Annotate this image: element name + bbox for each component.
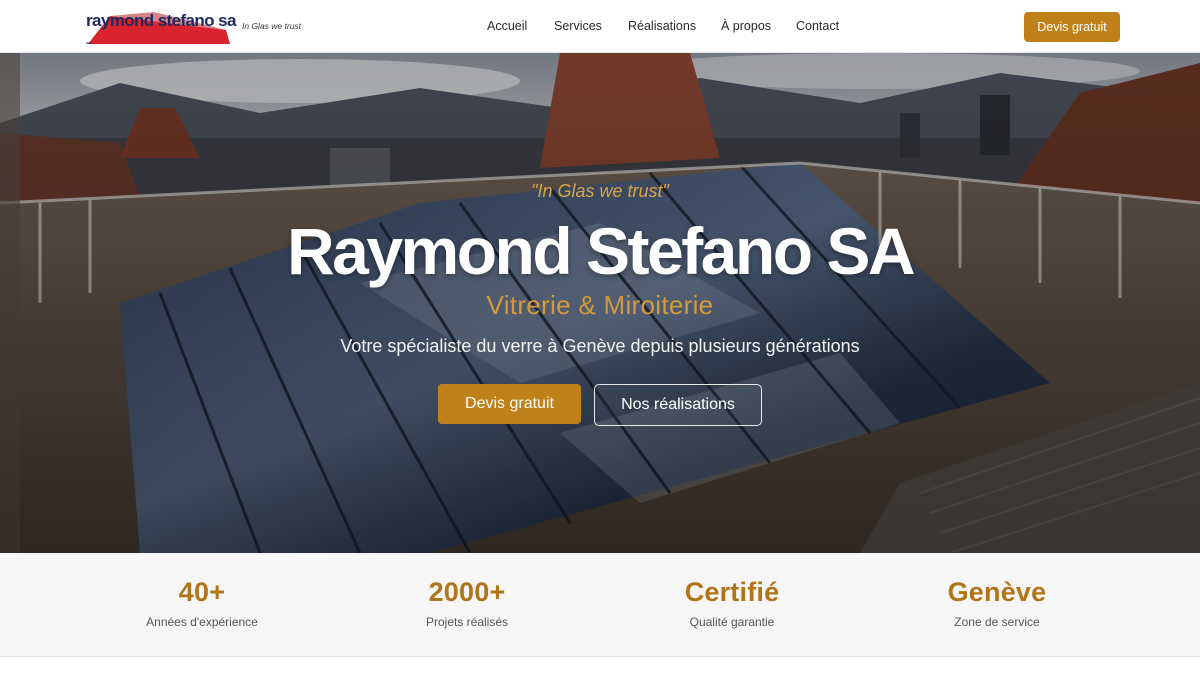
company-logo[interactable]: raymond stefano sa [84, 10, 236, 44]
stat-label: Projets réalisés [425, 615, 509, 629]
hero-section: "In Glas we trust" Raymond Stefano SA Vi… [0, 53, 1200, 553]
hero-description: Votre spécialiste du verre à Genève depu… [340, 336, 860, 356]
hero-subtitle: Vitrerie & Miroiterie [486, 290, 714, 320]
nav-item-realisations[interactable]: Réalisations [628, 19, 696, 33]
site-header: raymond stefano sa In Glas we trust Accu… [0, 0, 1200, 53]
stat-value: 40+ [178, 577, 226, 607]
hero-quote: "In Glas we trust" [531, 181, 669, 201]
nav-item-accueil[interactable]: Accueil [487, 19, 527, 33]
stat-value: 2000+ [428, 577, 506, 607]
nav-item-a-propos[interactable]: À propos [721, 19, 771, 33]
hero-quote-button[interactable]: Devis gratuit [438, 384, 581, 424]
header-tagline: In Glas we trust [242, 21, 302, 31]
stat-value: Genève [947, 577, 1047, 607]
stat-value: Certifié [684, 577, 780, 607]
stat-experience: 40+ Années d'expérience [82, 577, 322, 629]
nav-item-contact[interactable]: Contact [796, 19, 839, 33]
stat-projects: 2000+ Projets réalisés [347, 577, 587, 629]
hero-title: Raymond Stefano SA [286, 214, 916, 288]
stat-service-area: Genève Zone de service [877, 577, 1117, 629]
stats-bar: 40+ Années d'expérience 2000+ Projets ré… [0, 553, 1200, 657]
stat-label: Zone de service [954, 615, 1040, 629]
hero-projects-button[interactable]: Nos réalisations [594, 384, 762, 426]
hero-content: "In Glas we trust" Raymond Stefano SA Vi… [0, 53, 1200, 553]
nav-item-services[interactable]: Services [554, 19, 602, 33]
logo-wordmark: raymond stefano sa [86, 11, 236, 30]
stat-label: Années d'expérience [146, 615, 258, 629]
stat-label: Qualité garantie [689, 615, 775, 629]
stat-certified: Certifié Qualité garantie [612, 577, 852, 629]
header-quote-button[interactable]: Devis gratuit [1024, 12, 1120, 42]
